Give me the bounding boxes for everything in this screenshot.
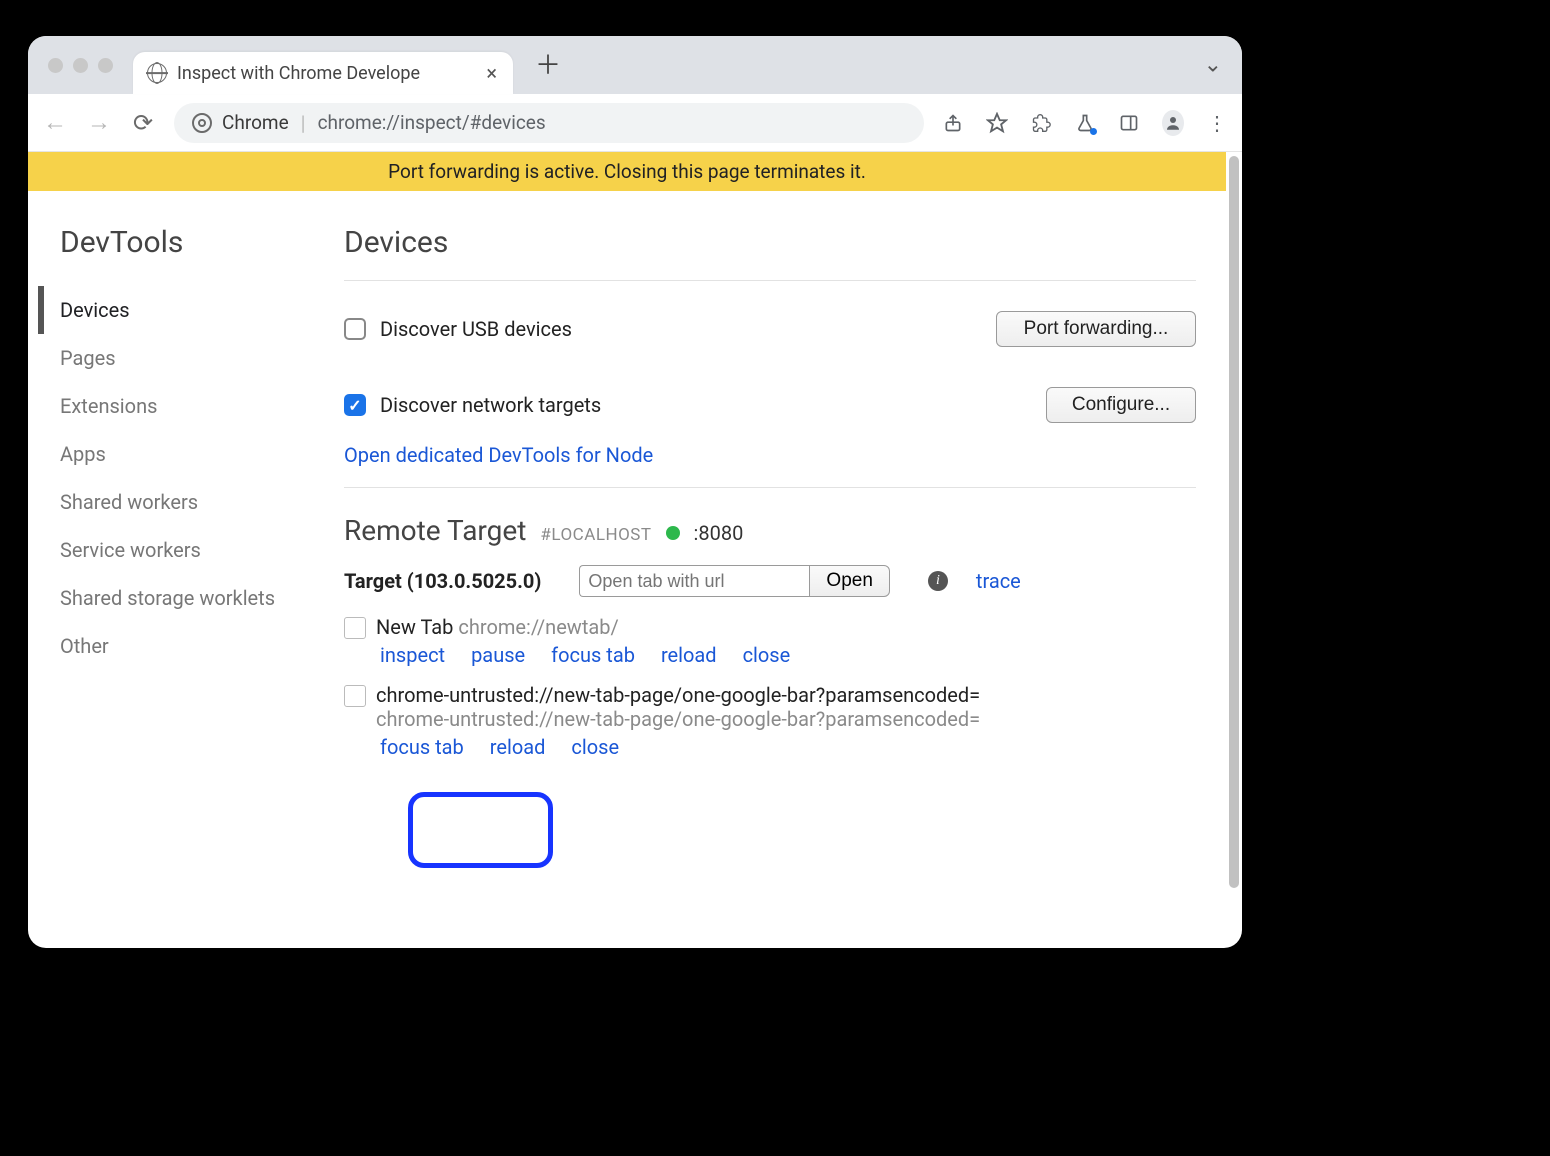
target-version-label: Target (103.0.5025.0) [344, 569, 541, 593]
titlebar: Inspect with Chrome Develope × ＋ ⌄ [28, 36, 1242, 94]
open-tab-button[interactable]: Open [809, 565, 889, 597]
sidebar-item-other[interactable]: Other [54, 622, 344, 670]
remote-tab-name: New Tab [376, 615, 453, 639]
sidebar-item-service-workers[interactable]: Service workers [54, 526, 344, 574]
page-heading: Devices [344, 225, 1196, 260]
nav-forward-icon[interactable]: → [86, 108, 112, 137]
tabs-overflow-chevron-icon[interactable]: ⌄ [1204, 53, 1222, 78]
sidebar-item-extensions[interactable]: Extensions [54, 382, 344, 430]
sidebar-item-pages[interactable]: Pages [54, 334, 344, 382]
port-forwarding-button[interactable]: Port forwarding... [996, 311, 1196, 347]
discover-network-checkbox[interactable]: Discover network targets [344, 393, 601, 417]
bookmark-star-icon[interactable] [986, 112, 1008, 134]
remote-tab-action-close[interactable]: close [743, 643, 791, 667]
chrome-icon [192, 113, 212, 133]
vertical-scrollbar[interactable] [1226, 152, 1242, 948]
sidebar-item-apps[interactable]: Apps [54, 430, 344, 478]
tab-close-icon[interactable]: × [484, 61, 499, 85]
page-content: Port forwarding is active. Closing this … [28, 152, 1226, 948]
browser-window: Inspect with Chrome Develope × ＋ ⌄ ← → ⟳… [28, 36, 1242, 948]
nav-back-icon[interactable]: ← [42, 108, 68, 137]
remote-tab-item: chrome-untrusted://new-tab-page/one-goog… [344, 683, 1196, 759]
sidepanel-icon[interactable] [1118, 112, 1140, 134]
remote-tab-action-focus-tab[interactable]: focus tab [380, 735, 464, 759]
remote-tab-action-reload[interactable]: reload [661, 643, 717, 667]
traffic-minimize[interactable] [73, 58, 88, 73]
main-panel: Devices Discover USB devices Port forwar… [344, 215, 1196, 759]
status-dot-icon [666, 526, 680, 540]
sidebar-item-shared-storage-worklets[interactable]: Shared storage worklets [54, 574, 344, 622]
omnibox-origin: Chrome [222, 111, 289, 134]
traffic-zoom[interactable] [98, 58, 113, 73]
toolbar-icons: ⋮ [942, 112, 1228, 134]
discover-usb-label: Discover USB devices [380, 317, 572, 341]
discover-usb-checkbox[interactable]: Discover USB devices [344, 317, 572, 341]
info-icon[interactable]: i [928, 571, 948, 591]
remote-tab-action-pause[interactable]: pause [471, 643, 525, 667]
remote-tab-name: chrome-untrusted://new-tab-page/one-goog… [376, 683, 980, 707]
remote-target-heading: Remote Target #LOCALHOST :8080 [344, 514, 1196, 547]
labs-flask-icon[interactable] [1074, 112, 1096, 134]
open-tab-url-input[interactable] [579, 565, 809, 597]
tab-title: Inspect with Chrome Develope [177, 63, 474, 84]
remote-tab-url: chrome://newtab/ [453, 615, 618, 639]
traffic-close[interactable] [48, 58, 63, 73]
address-bar: ← → ⟳ Chrome | chrome://inspect/#devices [28, 94, 1242, 152]
browser-tab[interactable]: Inspect with Chrome Develope × [133, 52, 513, 94]
screenshot-highlight [408, 792, 553, 868]
remote-tab-action-reload[interactable]: reload [490, 735, 546, 759]
port-forwarding-banner: Port forwarding is active. Closing this … [28, 152, 1226, 191]
remote-tab-url-secondary: chrome-untrusted://new-tab-page/one-goog… [376, 707, 980, 731]
kebab-menu-icon[interactable]: ⋮ [1206, 112, 1228, 134]
remote-tab-action-focus-tab[interactable]: focus tab [551, 643, 635, 667]
remote-tab-item: New Tab chrome://newtab/inspect pause focu… [344, 615, 1196, 667]
globe-icon [147, 63, 167, 83]
sidebar-item-devices[interactable]: Devices [38, 286, 344, 334]
omnibox-url: chrome://inspect/#devices [318, 111, 546, 134]
configure-button[interactable]: Configure... [1046, 387, 1196, 423]
favicon-placeholder-icon [344, 617, 366, 639]
profile-avatar[interactable] [1162, 112, 1184, 134]
sidebar-title: DevTools [60, 225, 344, 260]
remote-tab-action-close[interactable]: close [571, 735, 619, 759]
sidebar: DevTools DevicesPagesExtensionsAppsShare… [44, 215, 344, 759]
trace-link[interactable]: trace [976, 569, 1021, 593]
omnibox[interactable]: Chrome | chrome://inspect/#devices [174, 103, 924, 143]
nav-reload-icon[interactable]: ⟳ [130, 109, 156, 137]
remote-tab-action-inspect[interactable]: inspect [380, 643, 445, 667]
new-tab-button[interactable]: ＋ [521, 45, 573, 86]
share-icon[interactable] [942, 112, 964, 134]
window-traffic-lights [48, 58, 113, 73]
extensions-icon[interactable] [1030, 112, 1052, 134]
favicon-placeholder-icon [344, 685, 366, 707]
discover-network-label: Discover network targets [380, 393, 601, 417]
open-node-devtools-link[interactable]: Open dedicated DevTools for Node [344, 443, 653, 467]
sidebar-item-shared-workers[interactable]: Shared workers [54, 478, 344, 526]
